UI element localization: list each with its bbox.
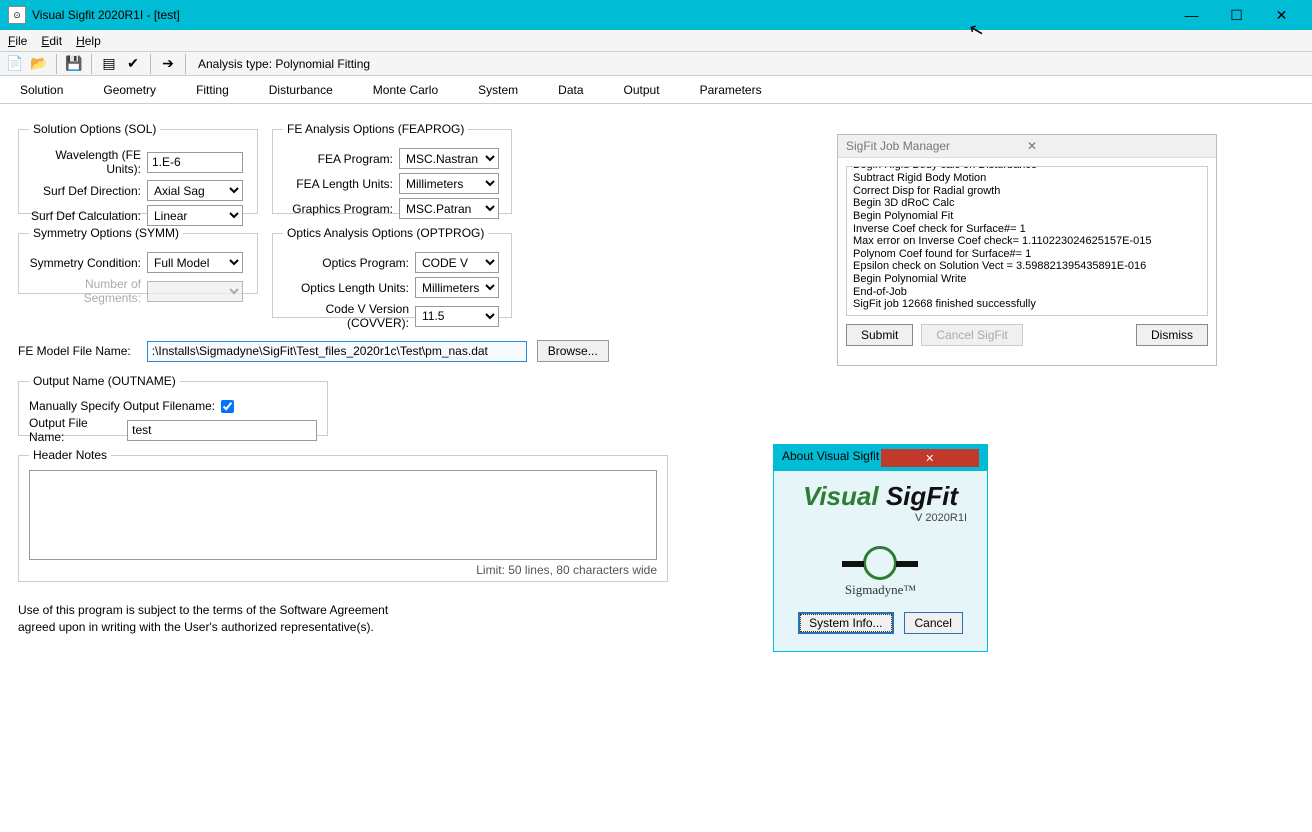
output-name-group: Output Name (OUTNAME) Manually Specify O… bbox=[18, 374, 328, 436]
submit-button[interactable]: Submit bbox=[846, 324, 913, 346]
app-icon: ⊙ bbox=[8, 6, 26, 24]
job-manager-dialog: SigFit Job Manager ✕ Begin Rigid Body ca… bbox=[837, 134, 1217, 366]
log-line: Epsilon check on Solution Vect = 3.59882… bbox=[853, 260, 1201, 273]
about-close-icon[interactable]: ✕ bbox=[881, 449, 980, 467]
fea-len-select[interactable]: Millimeters bbox=[399, 173, 499, 194]
about-cancel-button[interactable]: Cancel bbox=[904, 612, 963, 634]
log-line: Polynom Coef found for Surface#= 1 bbox=[853, 248, 1201, 261]
log-line: Max error on Inverse Coef check= 1.11022… bbox=[853, 235, 1201, 248]
output-name-legend: Output Name (OUTNAME) bbox=[29, 374, 180, 388]
fe-model-label: FE Model File Name: bbox=[18, 344, 137, 358]
gfx-prog-label: Graphics Program: bbox=[283, 202, 399, 216]
tab-monte-carlo[interactable]: Monte Carlo bbox=[369, 79, 442, 101]
about-title: About Visual Sigfit bbox=[782, 449, 881, 467]
about-dialog: About Visual Sigfit ✕ Visual SigFit V 20… bbox=[773, 444, 988, 652]
log-line: Begin Polynomial Fit bbox=[853, 210, 1201, 223]
menu-file[interactable]: File bbox=[8, 34, 27, 48]
num-segments-select bbox=[147, 281, 243, 302]
fea-prog-label: FEA Program: bbox=[283, 152, 399, 166]
fea-prog-select[interactable]: MSC.Nastran bbox=[399, 148, 499, 169]
optics-options-group: Optics Analysis Options (OPTPROG) Optics… bbox=[272, 226, 512, 318]
wavelength-label: Wavelength (FE Units): bbox=[29, 148, 147, 176]
solution-options-legend: Solution Options (SOL) bbox=[29, 122, 160, 136]
cancel-sigfit-button: Cancel SigFit bbox=[921, 324, 1022, 346]
job-manager-close-icon[interactable]: ✕ bbox=[1027, 139, 1208, 153]
symm-cond-label: Symmetry Condition: bbox=[29, 256, 147, 270]
header-notes-limit: Limit: 50 lines, 80 characters wide bbox=[29, 563, 657, 577]
open-icon[interactable]: 📂 bbox=[30, 55, 48, 73]
surf-dir-select[interactable]: Axial Sag bbox=[147, 180, 243, 201]
content-pane: Solution Options (SOL) Wavelength (FE Un… bbox=[0, 104, 1312, 832]
log-line: End-of-Job bbox=[853, 286, 1201, 299]
symmetry-options-group: Symmetry Options (SYMM) Symmetry Conditi… bbox=[18, 226, 258, 294]
header-notes-group: Header Notes Limit: 50 lines, 80 charact… bbox=[18, 448, 668, 582]
covver-select[interactable]: 11.5 bbox=[415, 306, 499, 327]
log-line: Begin Polynomial Write bbox=[853, 273, 1201, 286]
system-info-button[interactable]: System Info... bbox=[798, 612, 893, 634]
opt-len-select[interactable]: Millimeters bbox=[415, 277, 499, 298]
about-logo: Visual SigFit bbox=[803, 481, 958, 512]
sigmadyne-logo: Sigmadyne™ bbox=[845, 546, 916, 598]
titlebar: ⊙ Visual Sigfit 2020R1I - [test] — ☐ ✕ bbox=[0, 0, 1312, 30]
fea-len-label: FEA Length Units: bbox=[283, 177, 399, 191]
tab-solution[interactable]: Solution bbox=[16, 79, 67, 101]
menu-help[interactable]: Help bbox=[76, 34, 101, 48]
gfx-prog-select[interactable]: MSC.Patran bbox=[399, 198, 499, 219]
tab-data[interactable]: Data bbox=[554, 79, 587, 101]
manual-output-checkbox[interactable] bbox=[221, 400, 234, 413]
save-icon[interactable]: 💾 bbox=[65, 55, 83, 73]
close-button[interactable]: ✕ bbox=[1259, 1, 1304, 29]
tab-parameters[interactable]: Parameters bbox=[696, 79, 766, 101]
tab-geometry[interactable]: Geometry bbox=[99, 79, 160, 101]
job-manager-title: SigFit Job Manager bbox=[846, 139, 1027, 153]
header-notes-legend: Header Notes bbox=[29, 448, 111, 462]
browse-button[interactable]: Browse... bbox=[537, 340, 609, 362]
solution-options-group: Solution Options (SOL) Wavelength (FE Un… bbox=[18, 122, 258, 214]
dismiss-button[interactable]: Dismiss bbox=[1136, 324, 1208, 346]
log-line: Begin 3D dRoC Calc bbox=[853, 197, 1201, 210]
surf-calc-label: Surf Def Calculation: bbox=[29, 209, 147, 223]
surf-calc-select[interactable]: Linear bbox=[147, 205, 243, 226]
analysis-type-label: Analysis type: Polynomial Fitting bbox=[198, 57, 370, 71]
log-line: Subtract Rigid Body Motion bbox=[853, 172, 1201, 185]
fe-model-input[interactable] bbox=[147, 341, 527, 362]
check-icon[interactable]: ✔ bbox=[124, 55, 142, 73]
footer-text: Use of this program is subject to the te… bbox=[18, 602, 388, 636]
covver-label: Code V Version (COVVER): bbox=[283, 302, 415, 330]
maximize-button[interactable]: ☐ bbox=[1214, 1, 1259, 29]
opt-prog-select[interactable]: CODE V bbox=[415, 252, 499, 273]
minimize-button[interactable]: — bbox=[1169, 1, 1214, 29]
wavelength-input[interactable] bbox=[147, 152, 243, 173]
output-file-input[interactable] bbox=[127, 420, 317, 441]
tabbar: Solution Geometry Fitting Disturbance Mo… bbox=[0, 76, 1312, 104]
opt-len-label: Optics Length Units: bbox=[283, 281, 415, 295]
log-line: Inverse Coef check for Surface#= 1 bbox=[853, 223, 1201, 236]
tab-disturbance[interactable]: Disturbance bbox=[265, 79, 337, 101]
manual-output-label: Manually Specify Output Filename: bbox=[29, 399, 215, 413]
menubar: File Edit Help bbox=[0, 30, 1312, 52]
fea-options-group: FE Analysis Options (FEAPROG) FEA Progra… bbox=[272, 122, 512, 214]
header-notes-textarea[interactable] bbox=[29, 470, 657, 560]
output-file-label: Output File Name: bbox=[29, 416, 121, 444]
surf-dir-label: Surf Def Direction: bbox=[29, 184, 147, 198]
opt-prog-label: Optics Program: bbox=[283, 256, 415, 270]
num-segments-label: Number of Segments: bbox=[29, 277, 147, 305]
tab-output[interactable]: Output bbox=[620, 79, 664, 101]
symm-cond-select[interactable]: Full Model bbox=[147, 252, 243, 273]
optics-options-legend: Optics Analysis Options (OPTPROG) bbox=[283, 226, 488, 240]
about-version: V 2020R1I bbox=[915, 512, 967, 524]
run-arrow-icon[interactable]: ➔ bbox=[159, 55, 177, 73]
log-line: Correct Disp for Radial growth bbox=[853, 185, 1201, 198]
log-line: SigFit job 12668 finished successfully bbox=[853, 298, 1201, 311]
list-icon[interactable]: ▤ bbox=[100, 55, 118, 73]
toolbar: 📄 📂 💾 ▤ ✔ ➔ Analysis type: Polynomial Fi… bbox=[0, 52, 1312, 76]
window-title: Visual Sigfit 2020R1I - [test] bbox=[32, 8, 1169, 22]
job-manager-log[interactable]: Begin Rigid Body calc on DisturbanceSubt… bbox=[846, 166, 1208, 316]
new-icon[interactable]: 📄 bbox=[6, 55, 24, 73]
symmetry-options-legend: Symmetry Options (SYMM) bbox=[29, 226, 183, 240]
menu-edit[interactable]: Edit bbox=[41, 34, 62, 48]
tab-fitting[interactable]: Fitting bbox=[192, 79, 233, 101]
fea-options-legend: FE Analysis Options (FEAPROG) bbox=[283, 122, 468, 136]
tab-system[interactable]: System bbox=[474, 79, 522, 101]
